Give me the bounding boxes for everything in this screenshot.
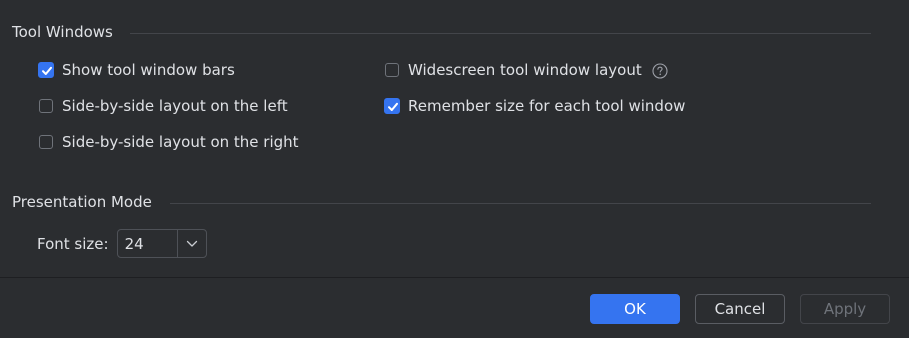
section-divider: [170, 203, 871, 204]
option-widescreen-layout[interactable]: Widescreen tool window layout: [384, 60, 668, 80]
font-size-label: Font size:: [37, 234, 109, 253]
option-label: Side-by-side layout on the left: [62, 97, 288, 115]
checkbox-unchecked[interactable]: [39, 99, 53, 113]
section-title-tool-windows: Tool Windows: [12, 23, 113, 41]
checkbox-unchecked[interactable]: [39, 135, 53, 149]
chevron-down-icon[interactable]: [176, 230, 206, 257]
option-show-tool-window-bars[interactable]: Show tool window bars: [38, 60, 235, 80]
cancel-button[interactable]: Cancel: [695, 294, 785, 324]
option-remember-size[interactable]: Remember size for each tool window: [384, 96, 685, 116]
font-size-row: Font size: 24: [37, 229, 207, 258]
section-divider: [130, 33, 871, 34]
option-label: Side-by-side layout on the right: [62, 133, 299, 151]
option-side-by-side-right[interactable]: Side-by-side layout on the right: [38, 132, 299, 152]
option-label: Show tool window bars: [62, 61, 235, 79]
checkbox-unchecked[interactable]: [385, 63, 399, 77]
apply-button[interactable]: Apply: [800, 294, 890, 324]
font-size-combobox[interactable]: 24: [116, 229, 207, 258]
ok-button[interactable]: OK: [590, 294, 680, 324]
font-size-value[interactable]: 24: [118, 230, 177, 257]
checkbox-checked[interactable]: [384, 98, 400, 114]
dialog-footer: OK Cancel Apply: [0, 277, 909, 338]
checkbox-checked[interactable]: [38, 62, 54, 78]
option-label: Remember size for each tool window: [408, 97, 686, 115]
question-circle-icon[interactable]: [652, 62, 668, 79]
section-title-presentation-mode: Presentation Mode: [12, 193, 152, 211]
settings-panel: Tool Windows Show tool window bars Side-…: [0, 0, 909, 277]
option-side-by-side-left[interactable]: Side-by-side layout on the left: [38, 96, 288, 116]
option-label: Widescreen tool window layout: [408, 61, 642, 79]
